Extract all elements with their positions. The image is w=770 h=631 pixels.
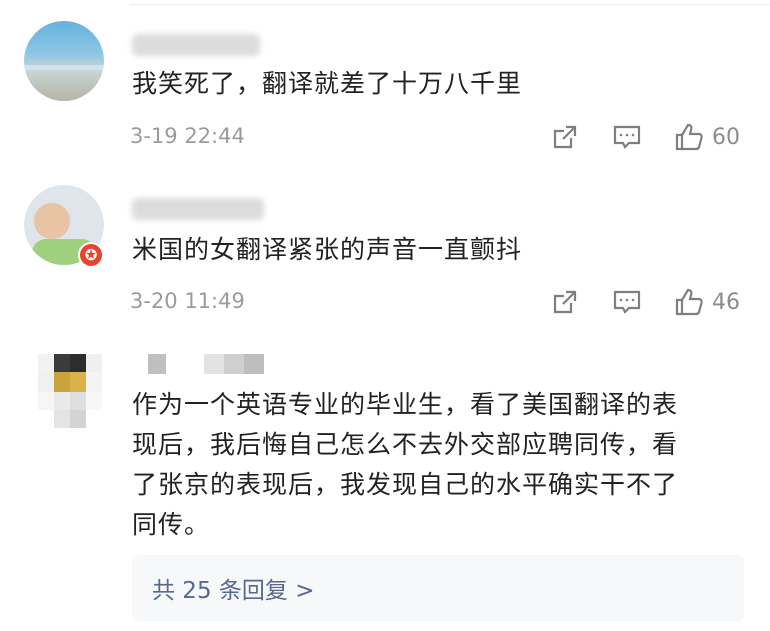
comment-icon[interactable] bbox=[610, 124, 644, 150]
replies-box[interactable]: 共 25 条回复 > bbox=[132, 555, 744, 621]
top-divider bbox=[130, 4, 770, 5]
like-count: 60 bbox=[712, 124, 740, 150]
comment-text-line: 现后，我后悔自己怎么不去外交部应聘同传，看 bbox=[132, 430, 679, 459]
comment-text-line: 同传。 bbox=[132, 510, 211, 539]
comment-time: 3-19 22:44 bbox=[130, 124, 245, 148]
view-replies-link[interactable]: 共 25 条回复 > bbox=[152, 571, 314, 605]
like-icon bbox=[675, 288, 703, 316]
share-icon[interactable] bbox=[548, 124, 582, 150]
like-button[interactable]: 46 bbox=[674, 287, 740, 317]
avatar[interactable] bbox=[38, 354, 102, 430]
verified-badge-icon: ✪ bbox=[78, 242, 104, 268]
comment-text: 米国的女翻译紧张的声音一直颤抖 bbox=[132, 235, 523, 264]
comment-text-line: 了张京的表现后，我发现自己的水平确实干不了 bbox=[132, 470, 679, 499]
like-button[interactable]: 60 bbox=[674, 122, 740, 152]
avatar[interactable] bbox=[24, 21, 104, 101]
like-icon bbox=[675, 123, 703, 151]
comment-text: 我笑死了，翻译就差了十万八千里 bbox=[132, 69, 523, 98]
comment-icon[interactable] bbox=[610, 289, 644, 315]
comment-time: 3-20 11:49 bbox=[130, 289, 245, 313]
comment-text: 作为一个英语专业的毕业生，看了美国翻译的表 现后，我后悔自己怎么不去外交部应聘同… bbox=[132, 385, 678, 545]
like-count: 46 bbox=[712, 289, 740, 315]
comment-text-line: 作为一个英语专业的毕业生，看了美国翻译的表 bbox=[132, 390, 679, 419]
username-blurred[interactable] bbox=[148, 354, 264, 374]
share-icon[interactable] bbox=[548, 289, 582, 315]
username-blurred[interactable] bbox=[132, 198, 264, 220]
comment-actions: 60 bbox=[548, 120, 740, 154]
username-blurred[interactable] bbox=[132, 34, 260, 56]
comment-actions: 46 bbox=[548, 285, 740, 319]
